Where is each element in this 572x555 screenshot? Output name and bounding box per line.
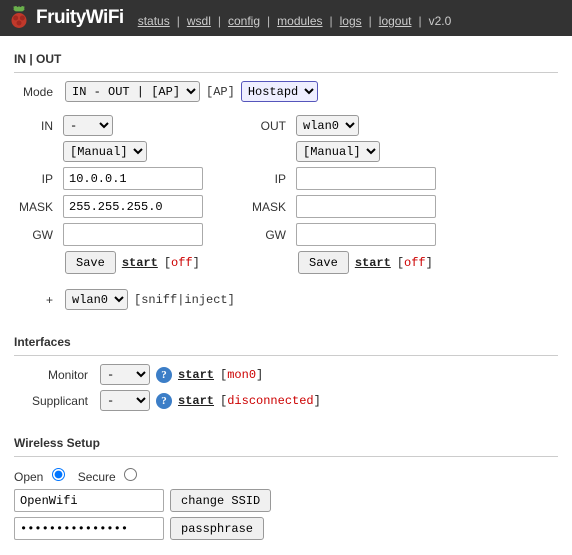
supplicant-label: Supplicant [14, 394, 94, 408]
section-title-wireless: Wireless Setup [14, 430, 558, 457]
ssid-input[interactable] [14, 489, 164, 512]
out-ip-label: IP [247, 172, 292, 186]
in-ip-label: IP [14, 172, 59, 186]
plus-iface-select[interactable]: wlan0 [65, 289, 128, 310]
ap-label: [AP] [206, 85, 235, 99]
out-gw-input[interactable] [296, 223, 436, 246]
passphrase-input[interactable] [14, 517, 164, 540]
help-icon[interactable]: ? [156, 367, 172, 383]
open-radio-label[interactable]: Open [14, 465, 68, 484]
version-label: v2.0 [429, 14, 452, 28]
top-header: FruityWiFi status| wsdl| config| modules… [0, 0, 572, 36]
nav-logout[interactable]: logout [379, 14, 412, 28]
in-iface-label: IN [14, 119, 59, 133]
brand-title: FruityWiFi [36, 7, 124, 29]
plus-label: + [14, 293, 59, 307]
in-mask-label: MASK [14, 200, 59, 214]
out-mask-input[interactable] [296, 195, 436, 218]
out-iface-label: OUT [247, 119, 292, 133]
section-title-interfaces: Interfaces [14, 329, 558, 356]
out-ip-input[interactable] [296, 167, 436, 190]
plus-desc: [sniff|inject] [134, 293, 235, 307]
in-gw-label: GW [14, 228, 59, 242]
secure-radio-label[interactable]: Secure [78, 465, 140, 484]
ap-driver-select[interactable]: Hostapd [241, 81, 318, 102]
secure-radio[interactable] [124, 468, 137, 481]
in-iface-select[interactable]: - [63, 115, 113, 136]
open-radio[interactable] [52, 468, 65, 481]
in-column: IN - [Manual] IP MASK GW [14, 115, 207, 279]
help-icon[interactable]: ? [156, 393, 172, 409]
nav-wsdl[interactable]: wsdl [187, 14, 211, 28]
in-ip-input[interactable] [63, 167, 203, 190]
in-manual-select[interactable]: [Manual] [63, 141, 147, 162]
section-title-inout: IN | OUT [14, 46, 558, 73]
monitor-select[interactable]: - [100, 364, 150, 385]
supplicant-status: [disconnected] [220, 394, 321, 408]
out-iface-select[interactable]: wlan0 [296, 115, 359, 136]
in-gw-input[interactable] [63, 223, 203, 246]
out-start-link[interactable]: start [355, 256, 391, 270]
monitor-start-link[interactable]: start [178, 368, 214, 382]
out-manual-select[interactable]: [Manual] [296, 141, 380, 162]
top-nav: status| wsdl| config| modules| logs| log… [138, 0, 452, 36]
out-status: [off] [397, 256, 433, 270]
nav-status[interactable]: status [138, 14, 170, 28]
supplicant-start-link[interactable]: start [178, 394, 214, 408]
change-ssid-button[interactable]: change SSID [170, 489, 271, 512]
out-save-button[interactable]: Save [298, 251, 349, 274]
mode-label: Mode [14, 85, 59, 99]
supplicant-select[interactable]: - [100, 390, 150, 411]
in-start-link[interactable]: start [122, 256, 158, 270]
in-status: [off] [164, 256, 200, 270]
passphrase-button[interactable]: passphrase [170, 517, 264, 540]
monitor-label: Monitor [14, 368, 94, 382]
monitor-status: [mon0] [220, 368, 263, 382]
nav-logs[interactable]: logs [340, 14, 362, 28]
raspberry-pi-logo-icon [8, 4, 30, 32]
nav-config[interactable]: config [228, 14, 260, 28]
in-save-button[interactable]: Save [65, 251, 116, 274]
mode-select[interactable]: IN - OUT | [AP] [65, 81, 200, 102]
out-mask-label: MASK [247, 200, 292, 214]
out-gw-label: GW [247, 228, 292, 242]
in-mask-input[interactable] [63, 195, 203, 218]
nav-modules[interactable]: modules [277, 14, 322, 28]
out-column: OUT wlan0 [Manual] IP MASK GW [247, 115, 440, 279]
